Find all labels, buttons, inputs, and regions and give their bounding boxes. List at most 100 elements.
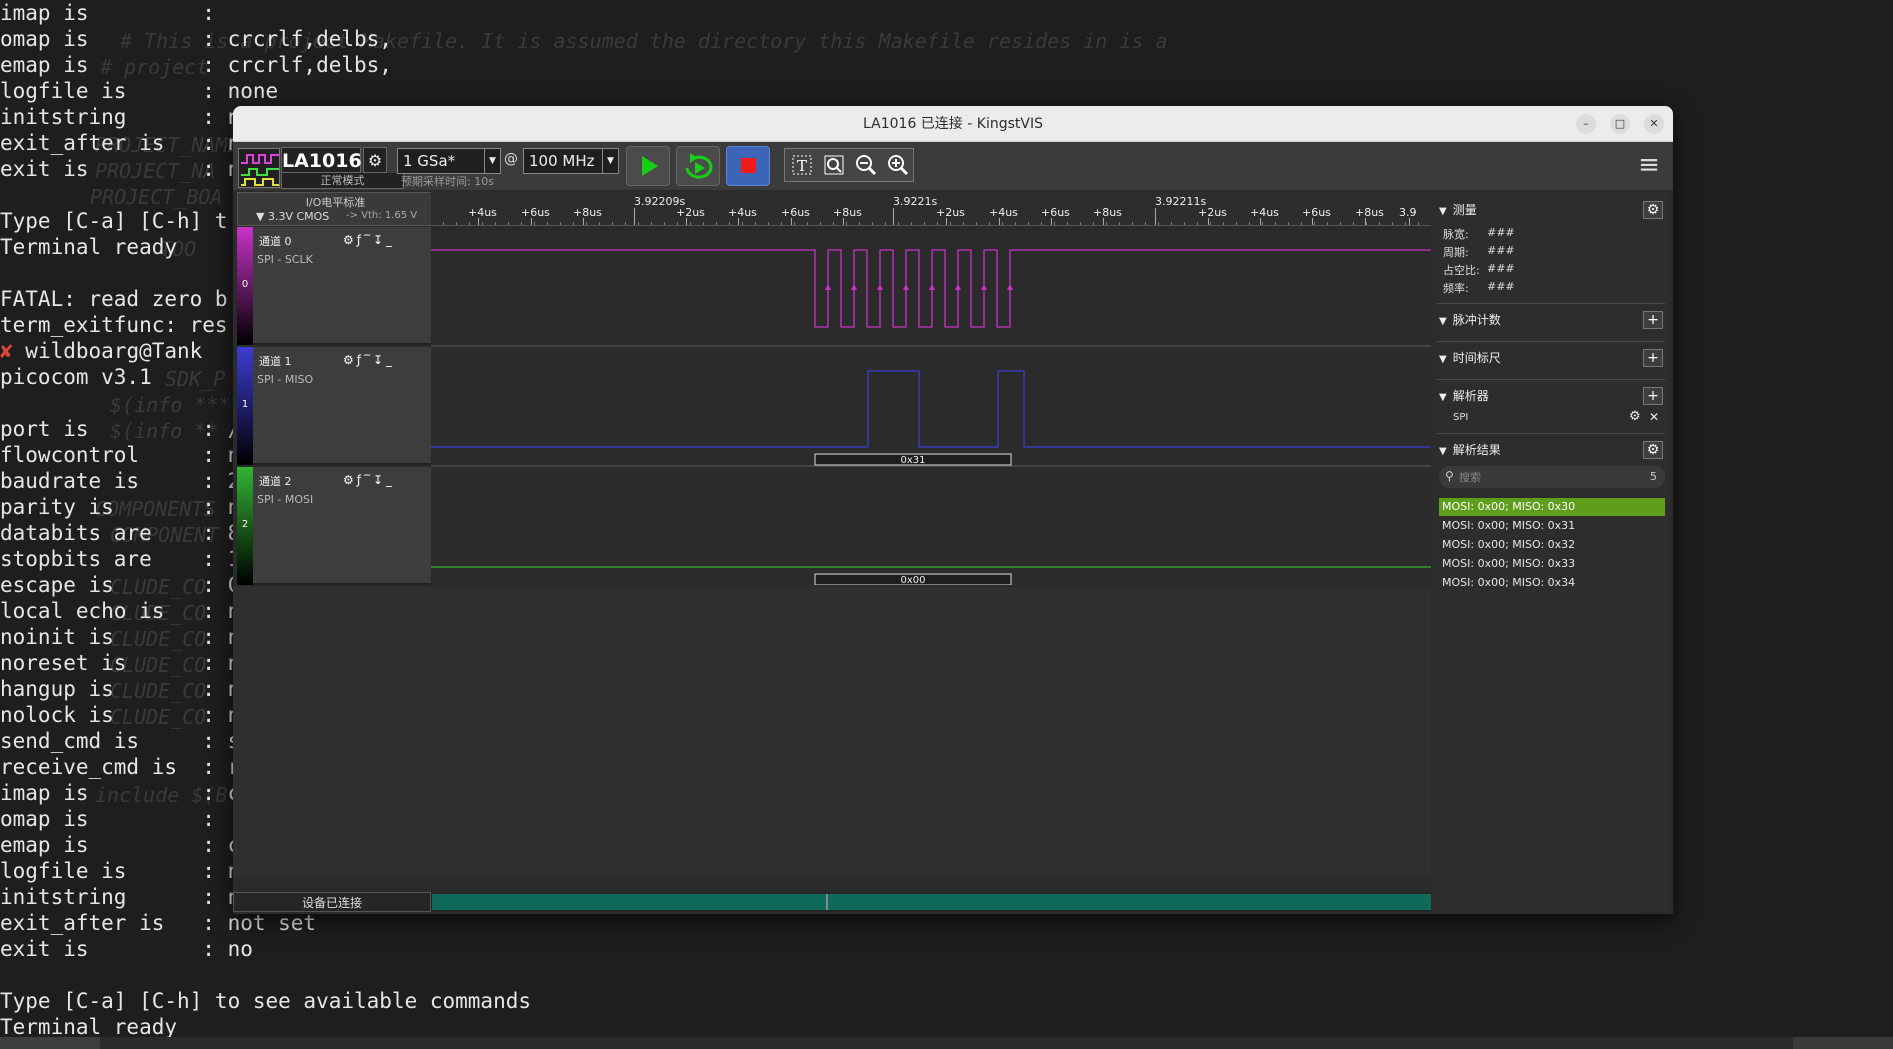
device-logo-icon[interactable]: [238, 148, 280, 188]
device-status: 设备已连接: [233, 892, 431, 912]
remove-decoder-close-icon[interactable]: ✕: [1649, 410, 1659, 424]
ruler-subtick: [872, 222, 873, 225]
time-ruler[interactable]: +4us +6us +8us 3.92209s +2us +4us +6us +8us 3.92…: [431, 192, 1431, 226]
terminal-line-text: nolock is : n: [0, 703, 241, 727]
result-row[interactable]: MOSI: 0x00; MISO: 0x31: [1439, 517, 1665, 535]
rising-edge-arrow-icon: [877, 284, 883, 290]
collapse-triangle-icon: ▼: [1439, 206, 1447, 217]
results-section-header[interactable]: ▼ 解析结果: [1439, 440, 1663, 460]
result-row[interactable]: MOSI: 0x00; MISO: 0x30: [1439, 498, 1665, 516]
pulse-count-section-header[interactable]: ▼ 脉冲计数: [1439, 310, 1663, 330]
ruler-subtick: [1418, 222, 1419, 225]
waveform-area[interactable]: 0x31 0x00: [431, 227, 1431, 585]
device-mode[interactable]: 正常模式: [281, 173, 404, 189]
channel-name[interactable]: 通道 1: [259, 353, 292, 369]
ruler-subtick: [885, 222, 886, 225]
channel-trigger-tools[interactable]: ⚙ƒ‾↧_: [343, 352, 429, 368]
view-position-marker[interactable]: [826, 894, 828, 910]
channel-2[interactable]: 2 通道 2 SPI - MOSI ⚙ƒ‾↧_: [237, 467, 432, 585]
ruler-minor-label: +8us: [573, 206, 602, 219]
ruler-subtick: [612, 222, 613, 225]
terminal-line-text: exit_after is : not set: [0, 911, 317, 935]
start-capture-button[interactable]: [626, 146, 670, 186]
maximize-button[interactable]: □: [1610, 114, 1630, 134]
zoom-fit-icon[interactable]: [820, 152, 848, 178]
channel-trigger-tools[interactable]: ⚙ƒ‾↧_: [343, 472, 429, 488]
ruler-subtick: [1145, 222, 1146, 225]
ruler-tick: [1051, 218, 1052, 225]
loop-capture-button[interactable]: [676, 146, 720, 186]
decoder-settings-gear-icon[interactable]: ⚙: [1629, 409, 1641, 424]
ruler-subtick: [586, 222, 587, 225]
measure-section-header[interactable]: ▼ 测量: [1439, 200, 1663, 220]
mosi-decode-value: 0x00: [900, 575, 925, 585]
results-search-box[interactable]: ⚲ 5: [1439, 466, 1665, 488]
ruler-subtick: [937, 222, 938, 225]
ruler-subtick: [950, 222, 951, 225]
ruler-subtick: [1301, 222, 1302, 225]
title-bar[interactable]: LA1016 已连接 - KingstVIS – □ ✕: [233, 106, 1673, 142]
terminal-line-text: Terminal ready: [0, 235, 178, 259]
terminal-line-text: logfile is : n: [0, 859, 241, 883]
terminal-line-text: local echo is : n: [0, 599, 241, 623]
ruler-subtick: [781, 222, 782, 225]
ruler-minor-label: +2us: [676, 206, 705, 219]
device-name[interactable]: LA1016: [281, 147, 362, 173]
close-button[interactable]: ✕: [1644, 114, 1664, 134]
ruler-subtick: [1197, 222, 1198, 225]
miso-decode-bubble[interactable]: 0x31: [814, 453, 1012, 466]
side-panel: ▼ 测量 ⚙ 脉宽: ### 周期: ### 占空比: ### 频率: ### ▼…: [1433, 192, 1669, 912]
results-search-input[interactable]: [1459, 468, 1639, 486]
channel-0[interactable]: 0 通道 0 SPI - SCLK ⚙ƒ‾↧_: [237, 227, 432, 345]
menu-hamburger-icon[interactable]: ≡: [1634, 150, 1664, 180]
results-settings-gear-icon[interactable]: ⚙: [1643, 441, 1663, 459]
add-decoder-button[interactable]: +: [1643, 387, 1663, 405]
ruler-subtick: [651, 222, 652, 225]
stop-capture-button[interactable]: [726, 146, 770, 186]
ruler-tick: [478, 218, 479, 225]
minimize-button[interactable]: –: [1576, 114, 1596, 134]
ruler-subtick: [1106, 222, 1107, 225]
channel-trigger-tools[interactable]: ⚙ƒ‾↧_: [343, 232, 429, 248]
zoom-out-icon[interactable]: [852, 152, 880, 178]
capture-buffer-overview[interactable]: [432, 894, 1431, 910]
ruler-subtick: [625, 222, 626, 225]
terminal-line-text: hangup is : n: [0, 677, 241, 701]
result-row[interactable]: MOSI: 0x00; MISO: 0x33: [1439, 555, 1665, 573]
terminal-line-text: logfile is : none: [0, 79, 279, 103]
rising-edge-arrow-icon: [1007, 284, 1013, 290]
mosi-decode-bubble[interactable]: 0x00: [814, 573, 1012, 585]
result-row[interactable]: MOSI: 0x00; MISO: 0x32: [1439, 536, 1665, 554]
decoder-section-header[interactable]: ▼ 解析器: [1439, 386, 1663, 406]
add-time-marker-button[interactable]: +: [1643, 349, 1663, 367]
ruler-subtick: [1080, 222, 1081, 225]
waveform-canvas[interactable]: 0x31 0x00: [431, 227, 1431, 585]
sample-frequency-select[interactable]: 100 MHz ▼: [523, 148, 619, 174]
ruler-subtick: [1015, 222, 1016, 225]
add-pulse-count-button[interactable]: +: [1643, 311, 1663, 329]
ruler-minor-label: +4us: [468, 206, 497, 219]
channel-name[interactable]: 通道 0: [259, 233, 292, 249]
zoom-in-icon[interactable]: [884, 152, 912, 178]
terminal-line-text: imap is :: [0, 1, 215, 25]
measure-settings-gear-icon[interactable]: ⚙: [1643, 201, 1663, 219]
channel-name[interactable]: 通道 2: [259, 473, 292, 489]
text-tool-icon[interactable]: T: [788, 152, 816, 178]
time-marker-section-header[interactable]: ▼ 时间标尺: [1439, 348, 1663, 368]
channel-1[interactable]: 1 通道 1 SPI - MISO ⚙ƒ‾↧_: [237, 347, 432, 465]
sample-rate-select[interactable]: 1 GSa* ▼: [397, 148, 501, 174]
measure-value: ###: [1487, 226, 1515, 239]
ruler-subtick: [560, 222, 561, 225]
decoder-item-spi[interactable]: SPI: [1453, 412, 1468, 423]
channel-number: 1: [241, 399, 249, 410]
terminal-line: omap is : crcrlf,delbs,: [0, 26, 1400, 52]
divider: [1437, 433, 1665, 434]
ruler-tick: [686, 218, 687, 225]
terminal-line: emap is : crcrlf,delbs,: [0, 52, 1400, 78]
device-settings-gear-icon[interactable]: ⚙: [363, 147, 387, 173]
ruler-subtick: [1366, 222, 1367, 225]
io-level-selector[interactable]: I/O电平标准 ▼ 3.3V CMOS -> Vth: 1.65 V: [237, 192, 432, 226]
divider: [1437, 379, 1665, 380]
divider: [1437, 303, 1665, 304]
result-row[interactable]: MOSI: 0x00; MISO: 0x34: [1439, 574, 1665, 592]
